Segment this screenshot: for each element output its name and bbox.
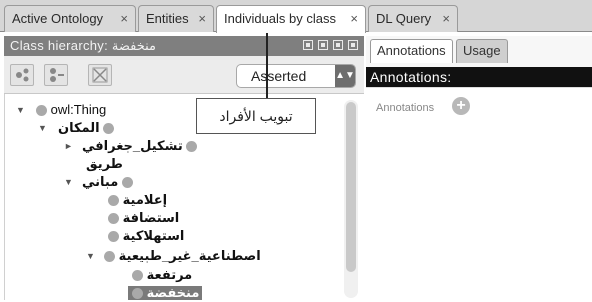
class-icon [103,123,115,135]
expand-toggle-icon[interactable]: ▼ [16,101,25,119]
tab-active-ontology[interactable]: Active Ontology × [4,5,136,32]
tab-label: Active Ontology [12,11,104,26]
tree-node-consumer[interactable]: استهلاكية [108,227,184,245]
tab-dl-query[interactable]: DL Query × [368,5,458,32]
hierarchy-mode-value: Asserted [251,68,307,84]
tree-node-buildings[interactable]: ▼ مباني [64,173,133,191]
add-sibling-icon[interactable] [44,64,68,86]
tree-node-label: مباني [82,174,119,189]
tree-node-label: مرتفعة [146,267,193,282]
tree-node-label: منخفضة [146,285,200,300]
tab-individuals-by-class[interactable]: Individuals by class × [216,5,366,33]
tree-node-media[interactable]: إعلامية [108,191,167,209]
close-icon[interactable]: × [442,6,450,31]
annotations-body: Annotations + [366,87,592,300]
tree-scrollbar[interactable] [344,100,358,298]
tab-entities[interactable]: Entities × [138,5,214,32]
tree-node-place[interactable]: ▼ المكان [38,119,115,137]
class-toolbar: Asserted ▲▼ [4,56,364,94]
class-hierarchy-title: Class hierarchy: منخفضة [10,38,157,53]
expand-toggle-icon[interactable]: ▼ [38,119,47,137]
view-maximize-icon[interactable] [333,40,344,50]
view-pin-icon[interactable] [318,40,329,50]
close-icon[interactable]: × [350,6,358,31]
tab-label: Individuals by class [224,11,336,26]
close-icon[interactable]: × [198,6,206,31]
tab-label: Entities [146,11,189,26]
tab-annotations[interactable]: Annotations [370,39,453,63]
tree-node-label: استضافة [122,210,180,225]
class-icon [132,270,143,282]
class-icon [36,105,47,117]
tree-node-high[interactable]: مرتفعة [132,266,192,284]
class-icon [108,213,119,225]
class-hierarchy-header: Class hierarchy: منخفضة [4,36,364,56]
tree-node-label: owl:Thing [50,102,107,117]
view-controls [302,40,358,52]
scrollbar-thumb[interactable] [346,102,356,272]
tree-node-label: تشكيل_جغرافي [82,138,183,153]
expand-toggle-icon[interactable]: ▼ [86,247,95,265]
tab-usage[interactable]: Usage [456,39,508,63]
hierarchy-mode-select[interactable]: Asserted ▲▼ [236,64,356,88]
add-subclass-icon[interactable] [10,64,34,86]
tree-node-road[interactable]: طريق [86,155,123,173]
chevron-updown-icon: ▲▼ [335,65,355,87]
tree-node-label: استهلاكية [122,228,185,243]
tree-node-geo-formation[interactable]: ► تشكيل_جغرافي [64,137,198,155]
add-annotation-icon[interactable]: + [452,97,470,115]
expand-toggle-icon[interactable]: ► [64,137,73,155]
class-icon [108,231,119,243]
tab-bar: Active Ontology × Entities × Individuals… [0,0,592,33]
tree-node-owl-thing[interactable]: ▼ owl:Thing [16,101,106,119]
annotations-panel: Annotations Usage Annotations: Annotatio… [366,36,592,300]
annotations-label: Annotations [376,102,435,114]
close-icon[interactable]: × [120,6,128,31]
callout-pointer-line [266,30,268,98]
class-icon [186,141,198,153]
view-close-icon[interactable] [348,40,358,50]
tree-node-hosting[interactable]: استضافة [108,209,179,227]
view-split-icon[interactable] [303,40,314,50]
tree-node-low[interactable]: منخفضة [132,284,199,302]
delete-class-icon[interactable] [88,64,112,86]
class-icon [108,195,119,207]
tree-node-label: إعلامية [122,192,168,207]
tree-node-artificial[interactable]: ▼ اصطناعية_غير_طبيعية [86,247,261,265]
class-icon [104,251,115,263]
annotations-header: Annotations: [366,67,592,87]
callout-label: تبويب الأفراد [196,98,316,134]
expand-toggle-icon[interactable]: ▼ [64,173,73,191]
tree-node-label: اصطناعية_غير_طبيعية [118,248,261,263]
tree-node-label: المكان [58,120,100,135]
class-icon [132,288,143,300]
tree-node-label: طريق [86,156,123,171]
class-icon [121,177,133,189]
tab-label: DL Query [376,11,432,26]
